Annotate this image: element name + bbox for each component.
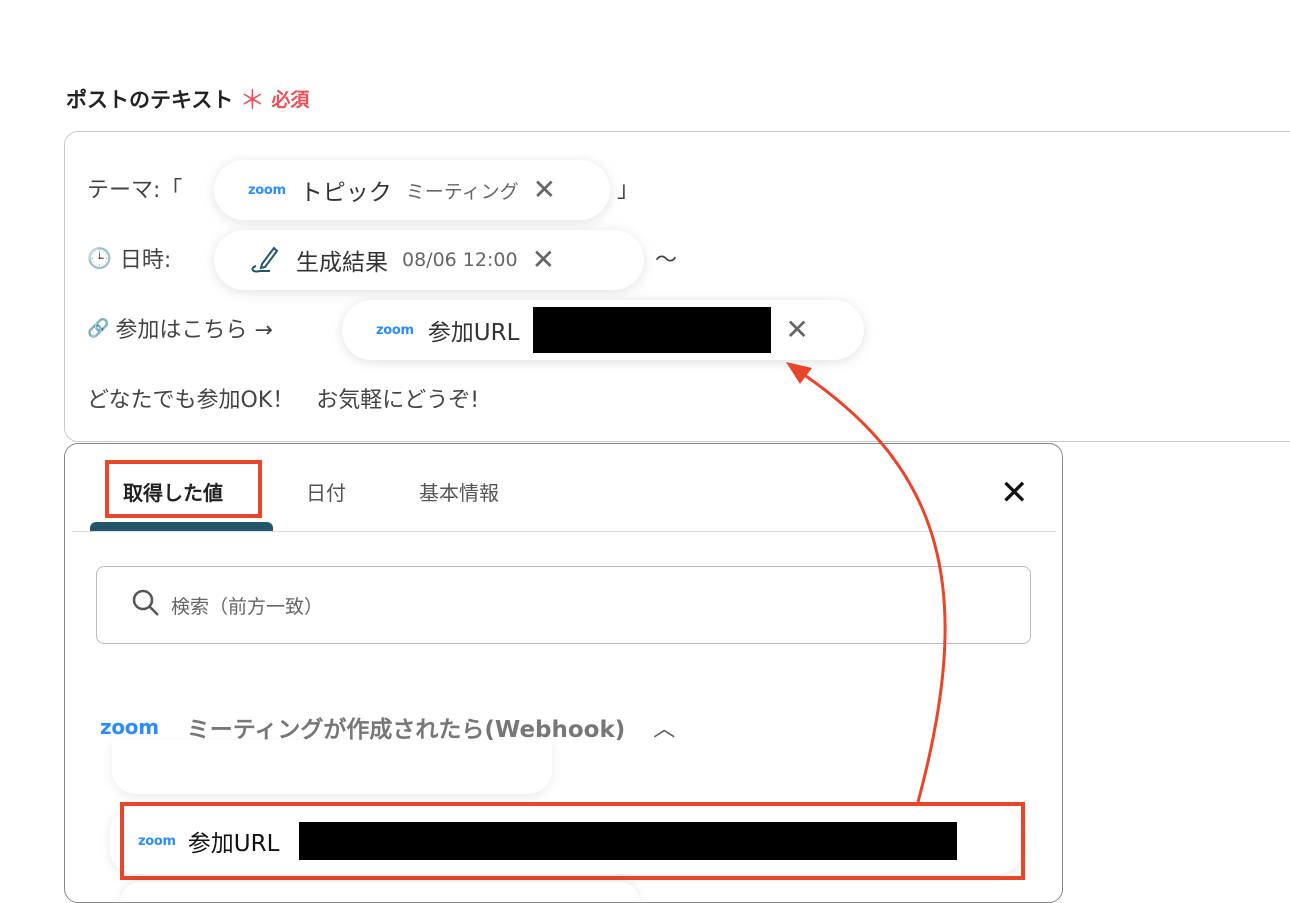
annotation-arrow	[786, 362, 947, 803]
